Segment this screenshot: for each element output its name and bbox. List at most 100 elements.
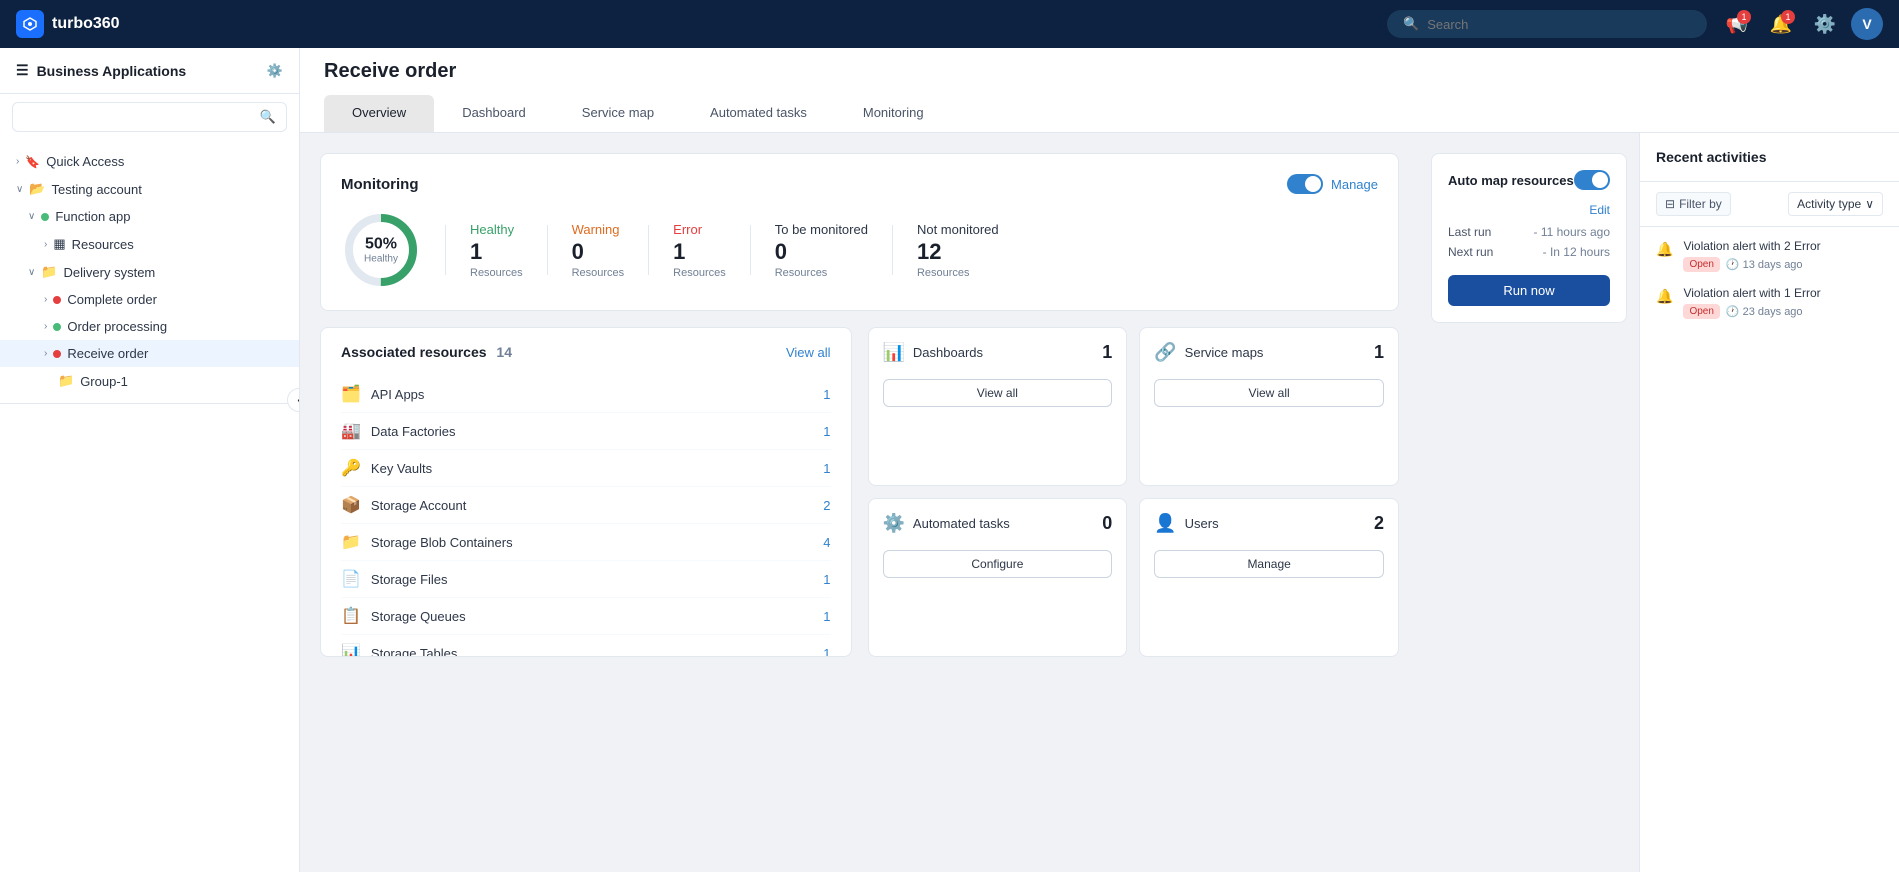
user-avatar[interactable]: V <box>1851 8 1883 40</box>
activities-list: 🔔 Violation alert with 2 Error Open 🕐 13… <box>1640 227 1899 331</box>
donut-label: 50% Healthy <box>364 236 398 265</box>
stat-to-be-monitored: To be monitored 0 Resources <box>775 222 868 279</box>
announcements-badge: 1 <box>1737 10 1751 24</box>
search-input[interactable] <box>1427 17 1691 32</box>
stat-not-monitored: Not monitored 12 Resources <box>917 222 999 279</box>
automap-last-run: Last run - 11 hours ago <box>1448 225 1610 239</box>
run-now-button[interactable]: Run now <box>1448 275 1610 306</box>
sidebar-item-receive-order[interactable]: › Receive order <box>0 340 299 367</box>
folder-icon: 📁 <box>41 264 57 280</box>
announcements-button[interactable]: 📢 1 <box>1719 6 1755 42</box>
sidebar-item-complete-order[interactable]: › Complete order <box>0 286 299 313</box>
sidebar-item-testing-account[interactable]: ∨ 📂 Testing account <box>0 175 299 203</box>
service-map-icon: 🔗 <box>1154 342 1176 363</box>
dashboard-icon: 📊 <box>883 342 905 363</box>
service-maps-view-all-button[interactable]: View all <box>1154 379 1384 407</box>
activities-filter-bar: ⊟ Filter by Activity type ∨ <box>1640 182 1899 227</box>
manage-toggle[interactable]: Manage <box>1287 174 1378 194</box>
chevron-down-icon: ∨ <box>28 211 35 222</box>
status-dot-red <box>53 296 61 304</box>
automap-edit-link[interactable]: Edit <box>1589 203 1610 217</box>
resource-icon: 📄 <box>341 569 361 589</box>
resources-view-all-link[interactable]: View all <box>786 345 831 360</box>
associated-resources-card: Associated resources 14 View all 🗂️ A <box>320 327 852 657</box>
brand-logo <box>16 10 44 38</box>
notifications-badge: 1 <box>1781 10 1795 24</box>
filter-by-button[interactable]: ⊟ Filter by <box>1656 192 1731 216</box>
sidebar-item-quick-access[interactable]: › 🔖 Quick Access <box>0 148 299 175</box>
summary-card-service-maps: 🔗 Service maps 1 View all <box>1139 327 1399 486</box>
clock-icon: 🕐 <box>1726 305 1740 318</box>
notifications-button[interactable]: 🔔 1 <box>1763 6 1799 42</box>
tab-dashboard[interactable]: Dashboard <box>434 95 554 132</box>
settings-button[interactable]: ⚙️ <box>1807 6 1843 42</box>
sidebar-search-input[interactable] <box>23 110 254 125</box>
sidebar: ☰ Business Applications ⚙️ 🔍 › 🔖 Quick A… <box>0 48 300 872</box>
folder-gray-icon: 📁 <box>58 373 74 389</box>
sidebar-search-box[interactable]: 🔍 <box>12 102 287 132</box>
gear-icon: ⚙️ <box>1814 14 1836 35</box>
search-icon: 🔍 <box>1403 16 1419 32</box>
dropdown-chevron-icon: ∨ <box>1865 197 1874 211</box>
monitoring-toggle[interactable] <box>1287 174 1323 194</box>
list-item: 📄 Storage Files 1 <box>341 561 831 598</box>
tab-overview[interactable]: Overview <box>324 95 434 132</box>
resources-title: Associated resources 14 <box>341 344 512 360</box>
tab-monitoring[interactable]: Monitoring <box>835 95 952 132</box>
bottom-grid: Associated resources 14 View all 🗂️ A <box>320 327 1399 657</box>
stat-healthy: Healthy 1 Resources <box>470 222 523 279</box>
brand-name: turbo360 <box>52 15 120 33</box>
resource-icon: 📋 <box>341 606 361 626</box>
stat-divider <box>547 225 548 275</box>
sidebar-item-group-1[interactable]: 📁 Group-1 <box>0 367 299 395</box>
sidebar-item-resources[interactable]: › ▦ Resources <box>0 230 299 258</box>
bell-icon: 🔔 <box>1656 241 1673 258</box>
chevron-right-icon: › <box>44 321 47 332</box>
content-area: Receive order Overview Dashboard Service… <box>300 48 1899 872</box>
search-bar[interactable]: 🔍 <box>1387 10 1707 38</box>
donut-chart: 50% Healthy <box>341 210 421 290</box>
sidebar-item-delivery-system[interactable]: ∨ 📁 Delivery system <box>0 258 299 286</box>
sidebar-tree: › 🔖 Quick Access ∨ 📂 Testing account ∨ F… <box>0 140 299 403</box>
resource-icon: 📊 <box>341 643 361 656</box>
activity-time: 🕐 13 days ago <box>1726 258 1803 271</box>
sidebar-settings-button[interactable]: ⚙️ <box>267 63 283 79</box>
tab-service-map[interactable]: Service map <box>554 95 682 132</box>
manage-label: Manage <box>1331 177 1378 192</box>
activity-time: 🕐 23 days ago <box>1726 305 1803 318</box>
list-item: 🔔 Violation alert with 2 Error Open 🕐 13… <box>1656 239 1883 272</box>
stat-warning: Warning 0 Resources <box>572 222 625 279</box>
chevron-down-icon: ∨ <box>28 267 35 278</box>
center-panel: Monitoring Manage <box>300 133 1419 872</box>
resource-icon: 🗂️ <box>341 384 361 404</box>
resources-list: 🗂️ API Apps 1 🏭 Data Factories <box>321 376 851 656</box>
grid-icon: ▦ <box>53 236 65 252</box>
automap-toggle[interactable] <box>1574 170 1610 190</box>
resource-icon: 📦 <box>341 495 361 515</box>
summary-card-dashboards: 📊 Dashboards 1 View all <box>868 327 1128 486</box>
monitoring-card-title: Monitoring <box>341 176 418 193</box>
resources-count: 14 <box>496 344 512 360</box>
sidebar-collapse-button[interactable]: ‹ <box>287 388 300 412</box>
sidebar-item-function-app[interactable]: ∨ Function app <box>0 203 299 230</box>
sidebar-title: ☰ Business Applications <box>16 62 186 79</box>
chevron-down-icon: ∨ <box>16 184 23 195</box>
list-item: 🔑 Key Vaults 1 <box>341 450 831 487</box>
filter-icon: ⊟ <box>1665 197 1675 211</box>
activities-header: Recent activities <box>1640 133 1899 182</box>
activity-type-dropdown[interactable]: Activity type ∨ <box>1788 192 1883 216</box>
users-manage-button[interactable]: Manage <box>1154 550 1384 578</box>
resources-items: 🗂️ API Apps 1 🏭 Data Factories <box>321 376 851 656</box>
automated-tasks-configure-button[interactable]: Configure <box>883 550 1113 578</box>
tab-automated-tasks[interactable]: Automated tasks <box>682 95 835 132</box>
resource-icon: 🏭 <box>341 421 361 441</box>
stat-error: Error 1 Resources <box>673 222 726 279</box>
list-item: 📁 Storage Blob Containers 4 <box>341 524 831 561</box>
monitoring-card-header: Monitoring Manage <box>341 174 1378 194</box>
page-header: Receive order Overview Dashboard Service… <box>300 48 1899 133</box>
bell-icon: 🔔 <box>1656 288 1673 305</box>
users-icon: 👤 <box>1154 513 1176 534</box>
status-badge: Open <box>1683 304 1719 319</box>
dashboards-view-all-button[interactable]: View all <box>883 379 1113 407</box>
sidebar-item-order-processing[interactable]: › Order processing <box>0 313 299 340</box>
